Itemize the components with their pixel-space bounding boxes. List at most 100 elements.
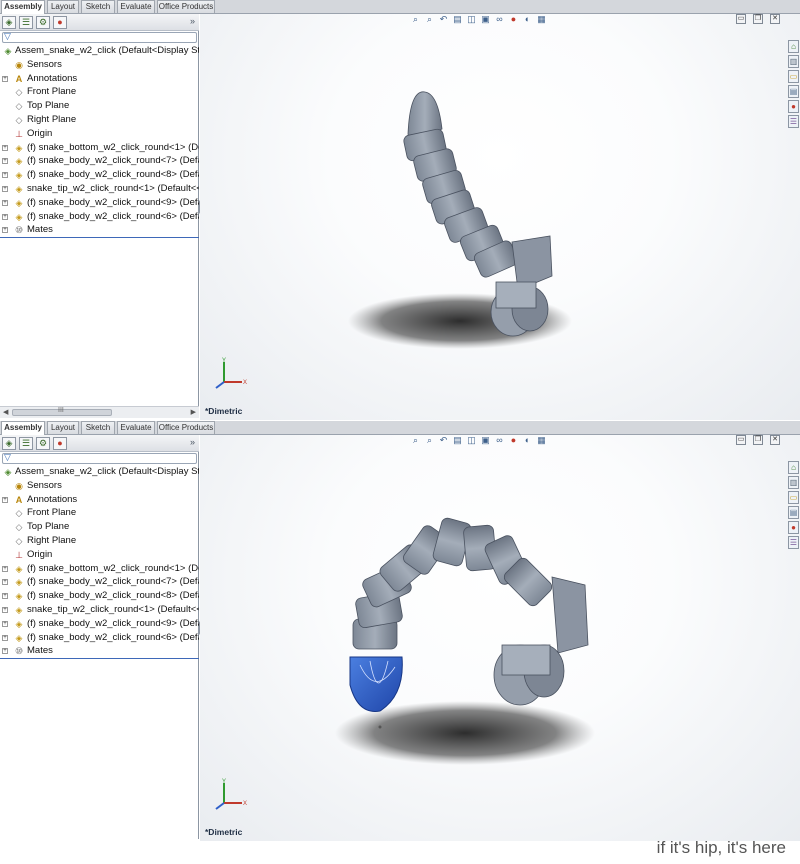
tree-item-component[interactable]: + ◈ (f) snake_body_w2_click_round<8> (De… [0,589,199,603]
hide-show-items-icon[interactable]: ∞ [494,14,505,25]
close-icon[interactable]: ✕ [770,14,780,24]
display-manager-tab-icon[interactable]: ● [53,16,67,29]
previous-view-icon[interactable]: ↶ [438,14,449,25]
custom-properties-icon[interactable]: ☰ [788,536,799,549]
scroll-left-icon[interactable]: ◀ [3,408,8,416]
tree-item-component[interactable]: + ◈ (f) snake_body_w2_click_round<7> (De… [0,154,199,168]
tree-item-top-plane[interactable]: ◇ Top Plane [0,520,199,534]
expand-icon[interactable]: + [2,620,8,627]
zoom-to-area-icon[interactable]: ⌕ [424,14,435,25]
view-orientation-icon[interactable]: ◫ [466,14,477,25]
edit-appearance-icon[interactable]: ● [508,435,519,446]
solidworks-resources-icon[interactable]: ⌂ [788,40,799,53]
solidworks-resources-icon[interactable]: ⌂ [788,461,799,474]
expand-icon[interactable]: + [2,172,8,179]
tree-filter[interactable]: ▽ [2,452,197,464]
tab-office-products[interactable]: Office Products [157,0,215,13]
tree-item-component[interactable]: + ◈ (f) snake_body_w2_click_round<8> (De… [0,168,199,182]
appearances-icon[interactable]: ● [788,100,799,113]
tab-assembly[interactable]: Assembly [1,421,45,435]
graphics-area[interactable]: ⌕ ⌕ ↶ ▤ ◫ ▣ ∞ ● ◐ ▦ ▭ ❐ ✕ ⌂ ▥ ▭ ▤ ● ☰ Y … [200,435,800,841]
tree-item-right-plane[interactable]: ◇ Right Plane [0,534,199,548]
expand-icon[interactable]: + [2,579,8,586]
expand-icon[interactable]: + [2,565,8,572]
tree-item-annotations[interactable]: + A Annotations [0,72,199,86]
tree-filter[interactable]: ▽ [2,31,197,43]
display-style-icon[interactable]: ▣ [480,435,491,446]
tree-item-component[interactable]: + ◈ snake_tip_w2_click_round<1> (Default… [0,182,199,196]
tree-item-component[interactable]: + ◈ (f) snake_body_w2_click_round<6> (De… [0,631,199,645]
expand-icon[interactable]: + [2,144,8,151]
property-manager-tab-icon[interactable]: ☰ [19,16,33,29]
zoom-to-fit-icon[interactable]: ⌕ [410,435,421,446]
tree-item-front-plane[interactable]: ◇ Front Plane [0,506,199,520]
view-settings-icon[interactable]: ▦ [536,14,547,25]
apply-scene-icon[interactable]: ◐ [522,435,533,446]
appearances-icon[interactable]: ● [788,521,799,534]
restore-icon[interactable]: ❐ [753,14,763,24]
scroll-right-icon[interactable]: ▶ [191,408,196,416]
display-manager-tab-icon[interactable]: ● [53,437,67,450]
tree-item-front-plane[interactable]: ◇ Front Plane [0,85,199,99]
tab-layout[interactable]: Layout [47,0,79,13]
file-explorer-icon[interactable]: ▭ [788,491,799,504]
configuration-manager-tab-icon[interactable]: ⚙ [36,437,50,450]
zoom-to-fit-icon[interactable]: ⌕ [410,14,421,25]
view-palette-icon[interactable]: ▤ [788,85,799,98]
section-view-icon[interactable]: ▤ [452,14,463,25]
tree-item-right-plane[interactable]: ◇ Right Plane [0,113,199,127]
close-icon[interactable]: ✕ [770,435,780,445]
configuration-manager-tab-icon[interactable]: ⚙ [36,16,50,29]
expand-icon[interactable]: + [2,634,8,641]
view-orientation-icon[interactable]: ◫ [466,435,477,446]
expand-icon[interactable]: + [2,496,8,503]
tree-item-top-plane[interactable]: ◇ Top Plane [0,99,199,113]
file-explorer-icon[interactable]: ▭ [788,70,799,83]
section-view-icon[interactable]: ▤ [452,435,463,446]
expand-icon[interactable]: + [2,199,8,206]
expand-panel-icon[interactable]: » [190,16,195,26]
tab-sketch[interactable]: Sketch [81,0,115,13]
tree-item-sensors[interactable]: ◉ Sensors [0,58,199,72]
selected-snake-tip[interactable] [349,656,403,712]
tree-item-origin[interactable]: ⊥ Origin [0,127,199,141]
tree-item-component[interactable]: + ◈ (f) snake_bottom_w2_click_round<1> (… [0,562,199,576]
apply-scene-icon[interactable]: ◐ [522,14,533,25]
tab-layout[interactable]: Layout [47,421,79,434]
tree-item-mates[interactable]: + ⑩ Mates [0,644,199,658]
expand-icon[interactable]: + [2,213,8,220]
tab-evaluate[interactable]: Evaluate [117,0,155,13]
tree-item-component[interactable]: + ◈ (f) snake_body_w2_click_round<6> (De… [0,210,199,224]
tab-assembly[interactable]: Assembly [1,0,45,14]
feature-manager-tab-icon[interactable]: ◈ [2,16,16,29]
graphics-area[interactable]: ⌕ ⌕ ↶ ▤ ◫ ▣ ∞ ● ◐ ▦ ▭ ❐ ✕ ⌂ ▥ ▭ ▤ ● ☰ Y … [200,14,800,420]
custom-properties-icon[interactable]: ☰ [788,115,799,128]
tree-item-component[interactable]: + ◈ (f) snake_bottom_w2_click_round<1> (… [0,141,199,155]
tree-item-component[interactable]: + ◈ (f) snake_body_w2_click_round<9> (De… [0,617,199,631]
expand-icon[interactable]: + [2,593,8,600]
tree-horizontal-scrollbar[interactable]: ◀ III ▶ [0,406,199,418]
expand-panel-icon[interactable]: » [190,437,195,447]
tab-evaluate[interactable]: Evaluate [117,421,155,434]
tree-item-component[interactable]: + ◈ (f) snake_body_w2_click_round<7> (De… [0,575,199,589]
expand-icon[interactable]: + [2,648,8,655]
minimize-icon[interactable]: ▭ [736,14,746,24]
tree-item-annotations[interactable]: + A Annotations [0,493,199,507]
tree-item-mates[interactable]: + ⑩ Mates [0,223,199,237]
tab-office-products[interactable]: Office Products [157,421,215,434]
property-manager-tab-icon[interactable]: ☰ [19,437,33,450]
design-library-icon[interactable]: ▥ [788,476,799,489]
expand-icon[interactable]: + [2,227,8,234]
tree-root-assembly[interactable]: ◈ Assem_snake_w2_click (Default<Display … [0,44,199,58]
previous-view-icon[interactable]: ↶ [438,435,449,446]
feature-manager-tab-icon[interactable]: ◈ [2,437,16,450]
view-palette-icon[interactable]: ▤ [788,506,799,519]
tree-item-sensors[interactable]: ◉ Sensors [0,479,199,493]
minimize-icon[interactable]: ▭ [736,435,746,445]
expand-icon[interactable]: + [2,185,8,192]
tree-root-assembly[interactable]: ◈ Assem_snake_w2_click (Default<Display … [0,465,199,479]
edit-appearance-icon[interactable]: ● [508,14,519,25]
tree-item-component[interactable]: + ◈ (f) snake_body_w2_click_round<9> (De… [0,196,199,210]
expand-icon[interactable]: + [2,75,8,82]
view-settings-icon[interactable]: ▦ [536,435,547,446]
